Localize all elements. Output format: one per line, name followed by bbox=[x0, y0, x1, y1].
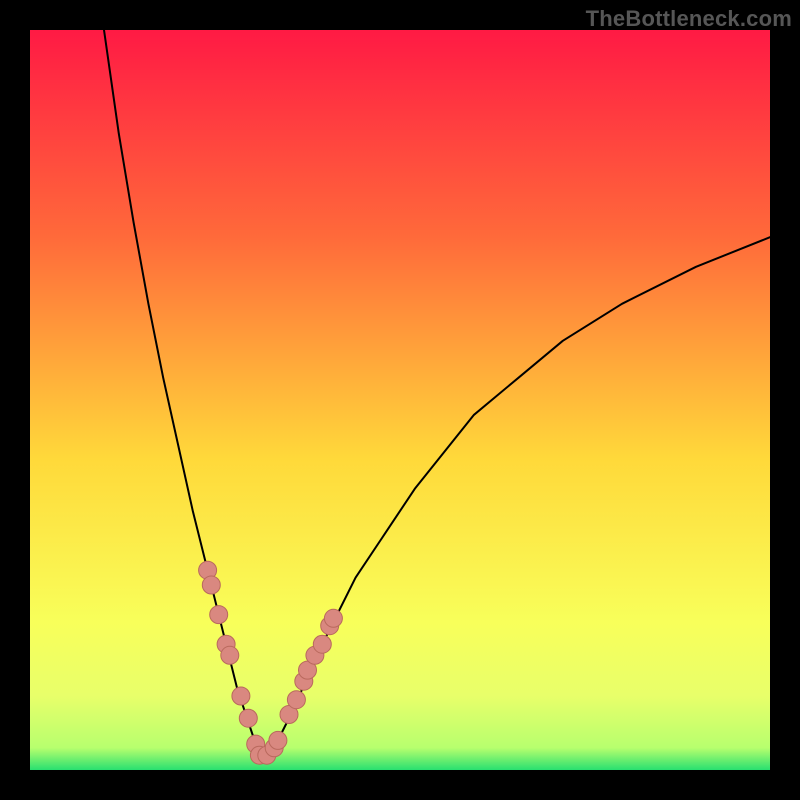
chart-frame: TheBottleneck.com bbox=[0, 0, 800, 800]
curve-marker bbox=[313, 635, 331, 653]
curve-marker bbox=[239, 709, 257, 727]
curve-marker bbox=[221, 646, 239, 664]
curve-marker bbox=[324, 609, 342, 627]
curve-marker bbox=[269, 731, 287, 749]
curve-marker bbox=[232, 687, 250, 705]
watermark-label: TheBottleneck.com bbox=[586, 6, 792, 32]
gradient-background bbox=[30, 30, 770, 770]
curve-marker bbox=[210, 606, 228, 624]
plot-area bbox=[30, 30, 770, 770]
curve-marker bbox=[202, 576, 220, 594]
curve-marker bbox=[287, 691, 305, 709]
plot-svg bbox=[30, 30, 770, 770]
